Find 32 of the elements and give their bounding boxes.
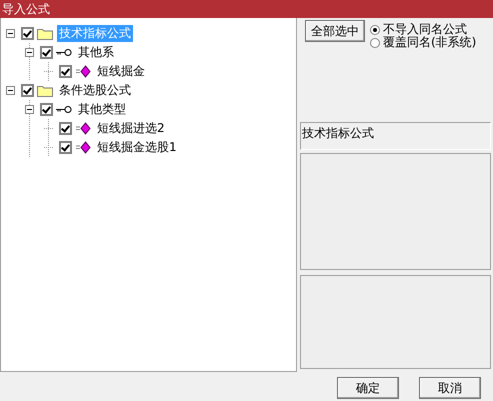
key-icon [56,105,72,114]
radio-button[interactable] [370,38,380,48]
radio-button[interactable] [370,24,380,34]
checkbox[interactable] [21,27,34,40]
expander[interactable] [25,48,34,57]
checkbox[interactable] [59,122,72,135]
diamond-icon [75,65,91,78]
diamond-icon [75,141,91,154]
select-all-button[interactable]: 全部选中 [305,20,365,42]
expander[interactable] [6,29,15,38]
diamond-icon [75,122,91,135]
option-label[interactable]: 覆盖同名(非系统) [383,34,476,51]
checkbox[interactable] [59,141,72,154]
checkbox[interactable] [59,65,72,78]
tree-item[interactable]: 其他类型 [76,101,128,118]
dialog-button[interactable]: 确定 [337,377,399,399]
checkbox[interactable] [40,46,53,59]
tree-item[interactable]: 短线掘金 [95,63,147,80]
folder-icon [37,84,53,97]
checkbox[interactable] [40,103,53,116]
tree-item[interactable]: 条件选股公式 [57,82,133,99]
expander[interactable] [25,105,34,114]
tree-item[interactable]: 短线掘进选2 [95,120,167,137]
tree-item[interactable]: 短线掘金选股1 [95,139,179,156]
folder-icon [37,27,53,40]
checkbox[interactable] [21,84,34,97]
expander[interactable] [6,86,15,95]
key-icon [56,48,72,57]
dialog-button[interactable]: 取消 [419,377,481,399]
window-title: 导入公式 [0,0,493,18]
tree-item[interactable]: 其他系 [76,44,116,61]
info-label: 技术指标公式 [300,122,491,150]
